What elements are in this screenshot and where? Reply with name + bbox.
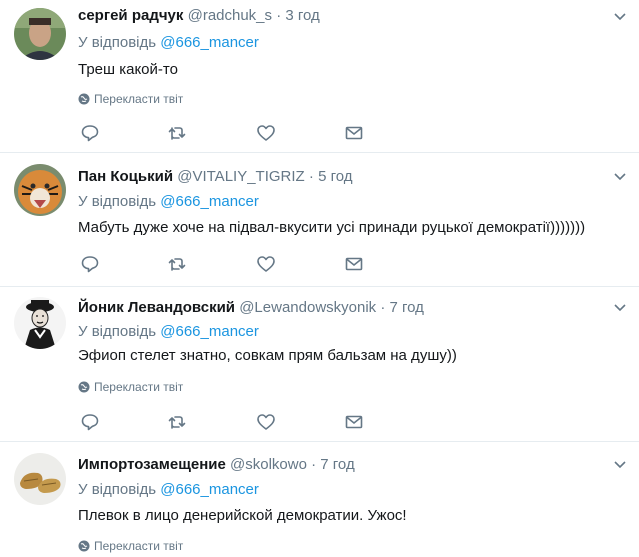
action-bar [80, 123, 380, 143]
globe-icon [78, 381, 90, 393]
reply-prefix: У відповідь [78, 193, 157, 210]
message-icon [345, 415, 363, 429]
reply-button[interactable] [80, 412, 100, 432]
avatar[interactable] [14, 164, 66, 216]
tweet-header: Йоник Левандовский @Lewandowskyonik · 7 … [78, 299, 424, 317]
avatar[interactable] [14, 453, 66, 505]
chevron-down-icon[interactable] [613, 172, 627, 182]
translate-label: Перекласти твіт [94, 380, 184, 394]
author-handle[interactable]: @skolkowo [230, 456, 307, 473]
retweet-button[interactable] [167, 412, 187, 432]
tweet-text: Эфиоп стелет знатно, совкам прям бальзам… [78, 347, 457, 364]
message-button[interactable] [344, 254, 364, 274]
reply-button[interactable] [80, 123, 100, 143]
chevron-down-icon[interactable] [613, 303, 627, 313]
globe-icon [78, 540, 90, 552]
author-name[interactable]: Пан Коцький [78, 168, 173, 185]
reply-context: У відповідь @666_mancer [78, 193, 259, 211]
translate-label: Перекласти твіт [94, 92, 184, 106]
author-handle[interactable]: @radchuk_s [188, 7, 272, 24]
tweet[interactable]: сергей радчук @radchuk_s · 3 год У відпо… [0, 0, 639, 153]
reply-icon [81, 256, 99, 273]
timestamp[interactable]: 7 год [390, 299, 424, 316]
like-icon [257, 414, 275, 430]
tweet-text: Мабуть дуже хоче на підвал-вкусити усі п… [78, 219, 586, 236]
reply-context: У відповідь @666_mancer [78, 481, 259, 499]
translate-link[interactable]: Перекласти твіт [78, 380, 183, 394]
tweet-header: Пан Коцький @VITALIY_TIGRIZ · 5 год [78, 168, 352, 186]
reply-prefix: У відповідь [78, 34, 157, 51]
separator: · [276, 7, 282, 24]
chevron-down-icon[interactable] [613, 12, 627, 22]
tweet[interactable]: Импортозамещение @skolkowo · 7 год У від… [0, 442, 639, 557]
globe-icon [78, 93, 90, 105]
retweet-button[interactable] [167, 123, 187, 143]
reply-icon [81, 414, 99, 431]
chevron-down-icon[interactable] [613, 460, 627, 470]
reply-mention[interactable]: @666_mancer [160, 323, 259, 340]
author-name[interactable]: Йоник Левандовский [78, 299, 235, 316]
tweet-header: сергей радчук @radchuk_s · 3 год [78, 7, 320, 25]
retweet-button[interactable] [167, 254, 187, 274]
tweet-text: Плевок в лицо денерийской демократии. Уж… [78, 507, 407, 524]
timestamp[interactable]: 3 год [285, 7, 319, 24]
reply-mention[interactable]: @666_mancer [160, 193, 259, 210]
reply-icon [81, 125, 99, 142]
author-handle[interactable]: @VITALIY_TIGRIZ [177, 168, 304, 185]
retweet-icon [168, 416, 186, 429]
tweet[interactable]: Йоник Левандовский @Lewandowskyonik · 7 … [0, 287, 639, 442]
reply-context: У відповідь @666_mancer [78, 34, 259, 52]
retweet-icon [168, 127, 186, 140]
timestamp[interactable]: 5 год [318, 168, 352, 185]
action-bar [80, 412, 380, 432]
avatar[interactable] [14, 297, 66, 349]
translate-label: Перекласти твіт [94, 539, 184, 553]
reply-button[interactable] [80, 254, 100, 274]
reply-mention[interactable]: @666_mancer [160, 481, 259, 498]
tweet-text: Треш какой-то [78, 61, 178, 78]
timestamp[interactable]: 7 год [320, 456, 354, 473]
like-icon [257, 256, 275, 272]
message-button[interactable] [344, 123, 364, 143]
message-icon [345, 126, 363, 140]
retweet-icon [168, 258, 186, 271]
action-bar [80, 254, 380, 274]
like-button[interactable] [256, 412, 276, 432]
tweet[interactable]: Пан Коцький @VITALIY_TIGRIZ · 5 год У ві… [0, 153, 639, 287]
reply-mention[interactable]: @666_mancer [160, 34, 259, 51]
separator: · [311, 456, 317, 473]
message-button[interactable] [344, 412, 364, 432]
translate-link[interactable]: Перекласти твіт [78, 92, 183, 106]
reply-context: У відповідь @666_mancer [78, 323, 259, 341]
author-handle[interactable]: @Lewandowskyonik [239, 299, 376, 316]
message-icon [345, 257, 363, 271]
reply-prefix: У відповідь [78, 323, 157, 340]
reply-prefix: У відповідь [78, 481, 157, 498]
tweet-header: Импортозамещение @skolkowo · 7 год [78, 456, 355, 474]
avatar[interactable] [14, 8, 66, 60]
separator: · [308, 168, 314, 185]
like-icon [257, 125, 275, 141]
translate-link[interactable]: Перекласти твіт [78, 539, 183, 553]
author-name[interactable]: Импортозамещение [78, 456, 226, 473]
separator: · [380, 299, 386, 316]
like-button[interactable] [256, 254, 276, 274]
author-name[interactable]: сергей радчук [78, 7, 183, 24]
like-button[interactable] [256, 123, 276, 143]
